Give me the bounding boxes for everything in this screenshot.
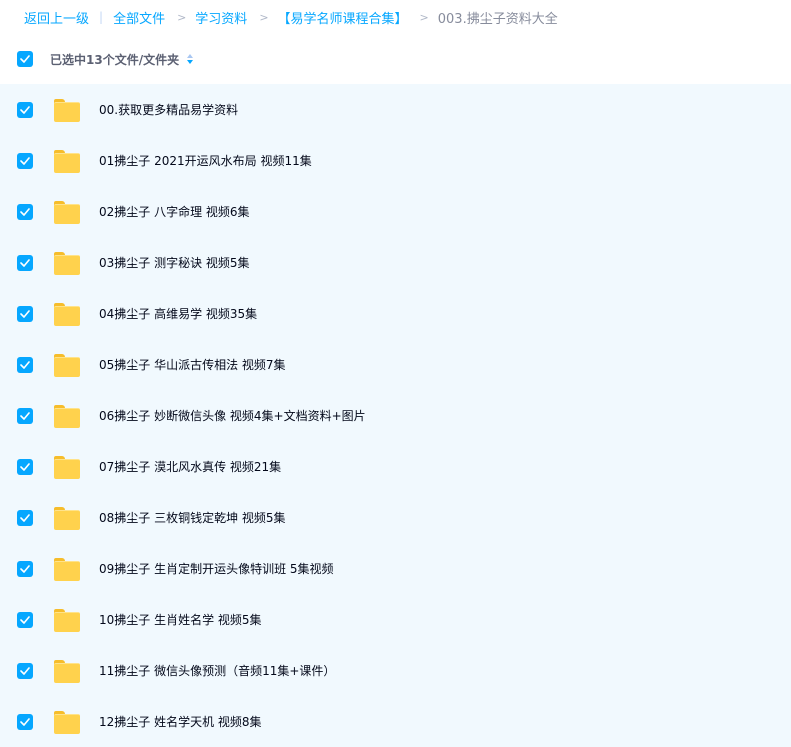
row-checkbox[interactable]	[17, 101, 33, 118]
file-name[interactable]: 02拂尘子 八字命理 视频6集	[99, 203, 250, 220]
breadcrumb-arrow-icon: >	[177, 10, 187, 24]
file-row[interactable]: 07拂尘子 漠北风水真传 视频21集	[0, 441, 791, 492]
select-all-checkbox[interactable]	[17, 51, 33, 67]
row-checkbox[interactable]	[17, 458, 33, 475]
file-name[interactable]: 03拂尘子 测字秘诀 视频5集	[99, 254, 250, 271]
check-icon	[20, 360, 30, 369]
row-checkbox[interactable]	[17, 611, 33, 628]
file-row[interactable]: 06拂尘子 妙断微信头像 视频4集+文档资料+图片	[0, 390, 791, 441]
file-name[interactable]: 05拂尘子 华山派古传相法 视频7集	[99, 356, 286, 373]
check-icon	[20, 156, 30, 165]
row-checkbox[interactable]	[17, 509, 33, 526]
folder-icon	[54, 404, 80, 428]
check-icon	[20, 309, 30, 318]
folder-icon	[54, 506, 80, 530]
file-row[interactable]: 08拂尘子 三枚铜钱定乾坤 视频5集	[0, 492, 791, 543]
file-row[interactable]: 12拂尘子 姓名学天机 视频8集	[0, 696, 791, 747]
file-name[interactable]: 00.获取更多精品易学资料	[99, 101, 238, 118]
row-checkbox[interactable]	[17, 407, 33, 424]
folder-icon	[54, 608, 80, 632]
row-checkbox[interactable]	[17, 203, 33, 220]
row-checkbox[interactable]	[17, 152, 33, 169]
folder-icon	[54, 302, 80, 326]
file-name[interactable]: 10拂尘子 生肖姓名学 视频5集	[99, 611, 262, 628]
folder-icon	[54, 659, 80, 683]
folder-icon	[54, 149, 80, 173]
file-list: 00.获取更多精品易学资料 01拂尘子 2021开运风水布局 视频11集 02拂尘子…	[0, 84, 791, 747]
selection-count: 已选中13个文件/文件夹	[50, 52, 180, 67]
check-icon	[20, 258, 30, 267]
breadcrumb-arrow-icon: >	[419, 10, 429, 24]
file-name[interactable]: 07拂尘子 漠北风水真传 视频21集	[99, 458, 281, 475]
file-row[interactable]: 01拂尘子 2021开运风水布局 视频11集	[0, 135, 791, 186]
breadcrumb-all-files[interactable]: 全部文件	[113, 8, 165, 27]
folder-icon	[54, 557, 80, 581]
breadcrumb-arrow-icon: >	[259, 10, 269, 24]
file-row[interactable]: 00.获取更多精品易学资料	[0, 84, 791, 135]
row-checkbox[interactable]	[17, 254, 33, 271]
file-row[interactable]: 04拂尘子 高维易学 视频35集	[0, 288, 791, 339]
file-name[interactable]: 11拂尘子 微信头像预测（音频11集+课件）	[99, 662, 335, 679]
file-name[interactable]: 08拂尘子 三枚铜钱定乾坤 视频5集	[99, 509, 286, 526]
row-checkbox[interactable]	[17, 560, 33, 577]
sort-icon[interactable]	[187, 54, 194, 64]
row-checkbox[interactable]	[17, 662, 33, 679]
breadcrumb-level1[interactable]: 学习资料	[195, 8, 247, 27]
file-row[interactable]: 11拂尘子 微信头像预测（音频11集+课件）	[0, 645, 791, 696]
breadcrumb-level2[interactable]: 【易学名师课程合集】	[278, 8, 408, 27]
breadcrumb-current: 003.拂尘子资料大全	[437, 11, 558, 27]
breadcrumb: 返回上一级 | 全部文件 > 学习资料 > 【易学名师课程合集】 > 003.拂…	[24, 7, 558, 27]
file-row[interactable]: 09拂尘子 生肖定制开运头像特训班 5集视频	[0, 543, 791, 594]
back-link[interactable]: 返回上一级	[24, 8, 89, 27]
file-name[interactable]: 09拂尘子 生肖定制开运头像特训班 5集视频	[99, 560, 334, 577]
file-name[interactable]: 06拂尘子 妙断微信头像 视频4集+文档资料+图片	[99, 407, 366, 424]
check-icon	[20, 105, 30, 114]
file-name[interactable]: 01拂尘子 2021开运风水布局 视频11集	[99, 152, 312, 169]
check-icon	[20, 513, 30, 522]
row-checkbox[interactable]	[17, 356, 33, 373]
folder-icon	[54, 455, 80, 479]
file-name[interactable]: 12拂尘子 姓名学天机 视频8集	[99, 713, 262, 730]
folder-icon	[54, 200, 80, 224]
check-icon	[20, 615, 30, 624]
check-icon	[20, 411, 30, 420]
folder-icon	[54, 353, 80, 377]
check-icon	[20, 207, 30, 216]
breadcrumb-separator: |	[99, 10, 104, 24]
file-row[interactable]: 10拂尘子 生肖姓名学 视频5集	[0, 594, 791, 645]
folder-icon	[54, 98, 80, 122]
check-icon	[20, 717, 30, 726]
check-icon	[20, 462, 30, 471]
row-checkbox[interactable]	[17, 305, 33, 322]
check-icon	[20, 666, 30, 675]
folder-icon	[54, 710, 80, 734]
file-row[interactable]: 05拂尘子 华山派古传相法 视频7集	[0, 339, 791, 390]
folder-icon	[54, 251, 80, 275]
selection-bar: 已选中13个文件/文件夹	[0, 44, 791, 74]
check-icon	[20, 55, 30, 63]
row-checkbox[interactable]	[17, 713, 33, 730]
check-icon	[20, 564, 30, 573]
file-row[interactable]: 02拂尘子 八字命理 视频6集	[0, 186, 791, 237]
file-row[interactable]: 03拂尘子 测字秘诀 视频5集	[0, 237, 791, 288]
file-name[interactable]: 04拂尘子 高维易学 视频35集	[99, 305, 257, 322]
